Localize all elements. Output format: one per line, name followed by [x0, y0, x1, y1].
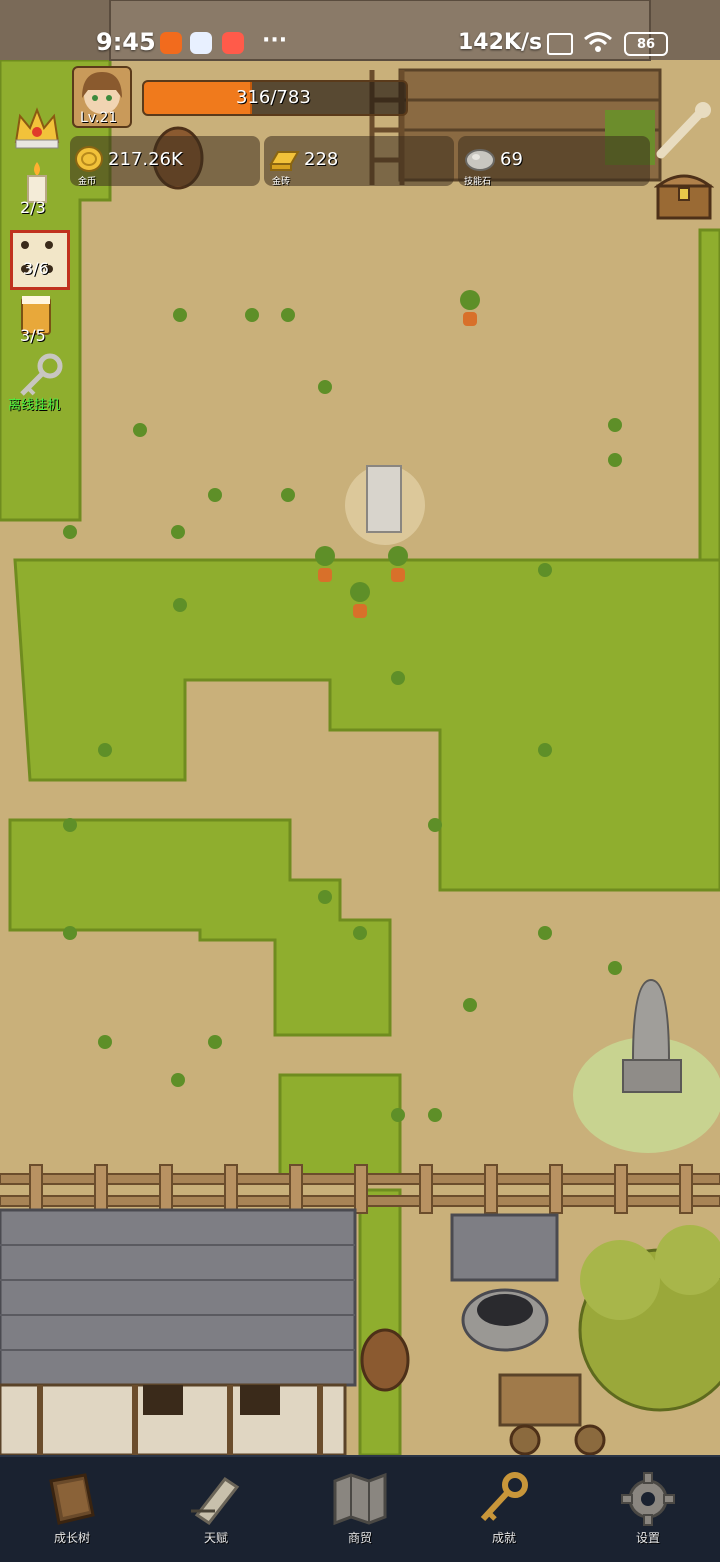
nav-talent-label: 天赋	[203, 1531, 228, 1545]
ale-item[interactable]: 3/5	[12, 292, 62, 352]
status-time: 9:45	[96, 28, 156, 56]
gold-bar-label: 金砖	[272, 177, 291, 187]
ale-count: 3/5	[20, 326, 46, 345]
bone-club-icon[interactable]	[655, 100, 711, 160]
scroll-icon	[191, 1476, 240, 1526]
skill-stone-value: 69	[500, 149, 523, 170]
dice-count: 3/6	[23, 259, 49, 278]
dice-item[interactable]: 3/6	[10, 230, 70, 290]
gold-bar-icon	[269, 151, 300, 171]
more-dots-icon: ···	[262, 28, 288, 53]
treasure-chest-icon[interactable]	[654, 166, 714, 222]
idle-label: 离线挂机	[8, 398, 61, 413]
game-app-icon	[222, 32, 244, 54]
book-icon	[49, 1473, 95, 1525]
idle-key-icon	[20, 353, 63, 396]
crown-icon[interactable]	[12, 104, 62, 150]
mi-app-icon	[160, 32, 182, 54]
battery-level: 86	[636, 36, 656, 52]
skill-stone-label: 技能石	[464, 177, 492, 187]
nav-trade[interactable]: 商贸	[288, 1457, 432, 1562]
status-bar: 9:45 ··· 142K/s 86	[0, 20, 720, 66]
gear-icon	[621, 1472, 675, 1526]
skill-stone-panel[interactable]: 69 技能石	[458, 136, 650, 187]
sim-off-icon	[547, 33, 573, 55]
skill-stone-icon	[465, 149, 495, 171]
player-level: Lv.21	[80, 110, 118, 126]
nav-settings-label: 设置	[635, 1531, 660, 1545]
nav-settings[interactable]: 设置	[576, 1457, 720, 1562]
nav-achievement-label: 成就	[491, 1531, 516, 1545]
hp-bar: 316/783 +1	[142, 80, 408, 116]
gold-coin-value: 217.26K	[108, 149, 183, 170]
nav-talent[interactable]: 天赋	[144, 1457, 288, 1562]
calendar-app-icon	[190, 32, 212, 54]
offline-idle-button[interactable]: 离线挂机	[6, 352, 72, 413]
game-world[interactable]	[0, 0, 720, 1455]
key-icon	[480, 1472, 528, 1522]
nav-trade-label: 商贸	[347, 1531, 372, 1545]
candle-item[interactable]: 2/3	[12, 160, 62, 220]
network-speed: 142K/s	[458, 30, 543, 55]
gold-bar-value: 228	[304, 149, 339, 170]
bottom-nav: 成长树 天赋 商贸 成就 设置	[0, 1455, 720, 1562]
map-icon	[333, 1472, 387, 1526]
field-map	[0, 0, 720, 1455]
nav-achievement[interactable]: 成就	[432, 1457, 576, 1562]
nav-growth-tree-label: 成长树	[53, 1531, 90, 1545]
candle-count: 2/3	[20, 198, 46, 217]
wifi-icon	[584, 32, 612, 52]
nav-growth-tree[interactable]: 成长树	[0, 1457, 144, 1562]
hp-text: 316/783	[236, 87, 311, 108]
gold-coin-label: 金币	[78, 177, 97, 187]
gold-coin-icon	[75, 146, 103, 172]
gold-coin-panel[interactable]: 217.26K 金币	[70, 136, 260, 187]
gold-bar-panel[interactable]: 228 金砖	[264, 136, 454, 187]
battery-icon: 86	[624, 32, 668, 56]
